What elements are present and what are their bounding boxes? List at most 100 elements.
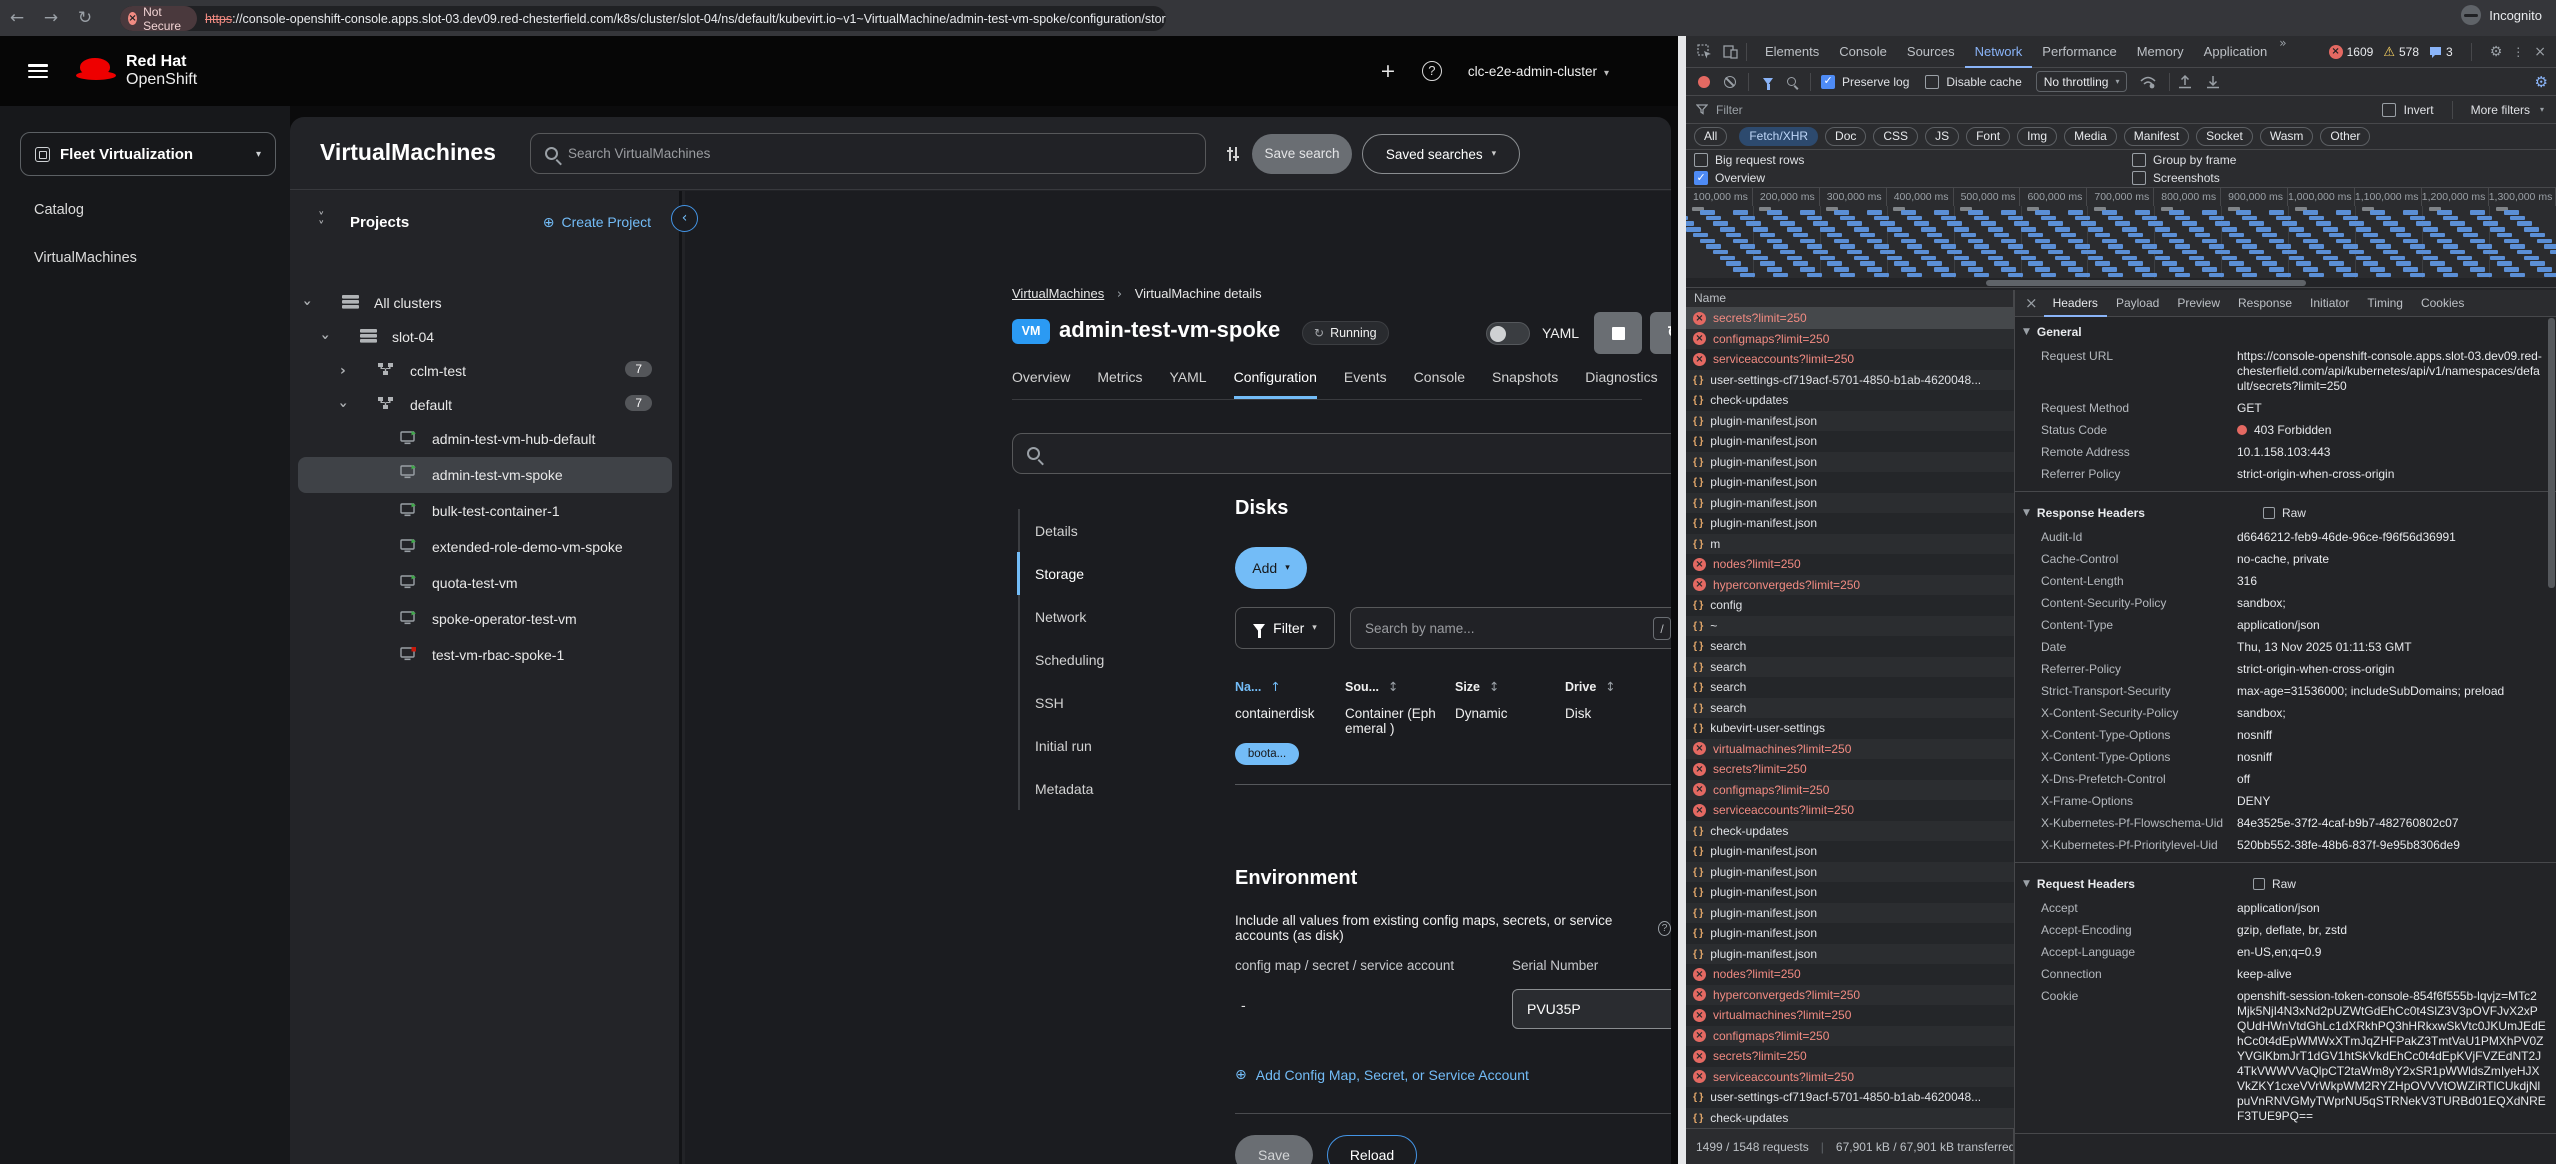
devtools-tab-memory[interactable]: Memory bbox=[2127, 36, 2194, 68]
not-secure-badge[interactable]: × Not Secure bbox=[120, 6, 197, 31]
preserve-log-checkbox[interactable] bbox=[1821, 75, 1835, 89]
create-project-button[interactable]: ⊕Create Project bbox=[543, 214, 651, 231]
request-row[interactable]: { }plugin-manifest.json bbox=[1686, 944, 2014, 965]
request-row[interactable]: { }plugin-manifest.json bbox=[1686, 493, 2014, 514]
requests-name-column-header[interactable]: Name bbox=[1686, 290, 2014, 308]
request-row[interactable]: { }check-updates bbox=[1686, 390, 2014, 411]
chip-other[interactable]: Other bbox=[2320, 127, 2370, 146]
devtools-tab-performance[interactable]: Performance bbox=[2032, 36, 2126, 68]
request-row[interactable]: { }plugin-manifest.json bbox=[1686, 882, 2014, 903]
request-row[interactable]: ×secrets?limit=250 bbox=[1686, 1046, 2014, 1067]
yaml-sidebar-toggle[interactable] bbox=[1486, 322, 1530, 345]
inspector-tab-response[interactable]: Response bbox=[2229, 290, 2301, 317]
inspector-tab-initiator[interactable]: Initiator bbox=[2301, 290, 2358, 317]
tree-item-admin-test-vm-hub-default[interactable]: admin-test-vm-hub-default bbox=[298, 423, 672, 455]
throttling-select[interactable]: No throttling▾ bbox=[2036, 71, 2128, 92]
chip-all[interactable]: All bbox=[1694, 127, 1727, 146]
chip-js[interactable]: JS bbox=[1925, 127, 1959, 146]
tree-item-admin-test-vm-spoke[interactable]: admin-test-vm-spoke bbox=[298, 457, 672, 493]
config-subnav-ssh[interactable]: SSH bbox=[1035, 681, 1064, 724]
devtools-tab-network[interactable]: Network bbox=[1965, 36, 2033, 68]
tab-configuration[interactable]: Configuration bbox=[1234, 369, 1317, 399]
search-virtualmachines-input[interactable]: Search VirtualMachines bbox=[530, 133, 1206, 174]
perspective-switcher[interactable]: Fleet Virtualization ▾ bbox=[20, 132, 276, 176]
add-icon[interactable]: + bbox=[1380, 60, 1396, 82]
request-row[interactable]: ×nodes?limit=250 bbox=[1686, 554, 2014, 575]
request-row[interactable]: { }search bbox=[1686, 657, 2014, 678]
request-row[interactable]: { }plugin-manifest.json bbox=[1686, 452, 2014, 473]
chevron-down-icon[interactable]: › bbox=[317, 334, 333, 340]
chip-fetch-xhr[interactable]: Fetch/XHR bbox=[1739, 127, 1818, 146]
export-har-icon[interactable] bbox=[2206, 74, 2220, 89]
config-subnav-details[interactable]: Details bbox=[1035, 509, 1078, 552]
request-row[interactable]: { }check-updates bbox=[1686, 1108, 2014, 1129]
chip-img[interactable]: Img bbox=[2017, 127, 2057, 146]
config-subnav-storage[interactable]: Storage bbox=[1035, 552, 1084, 595]
inspector-tab-cookies[interactable]: Cookies bbox=[2412, 290, 2473, 317]
chip-font[interactable]: Font bbox=[1966, 127, 2010, 146]
network-search-icon[interactable] bbox=[1787, 77, 1796, 86]
tab-metrics[interactable]: Metrics bbox=[1097, 369, 1142, 399]
close-devtools-icon[interactable]: × bbox=[2534, 44, 2546, 60]
chip-media[interactable]: Media bbox=[2064, 127, 2117, 146]
inspector-tab-timing[interactable]: Timing bbox=[2358, 290, 2412, 317]
network-conditions-icon[interactable] bbox=[2139, 75, 2157, 89]
tab-events[interactable]: Events bbox=[1344, 369, 1387, 399]
request-row[interactable]: { }user-settings-cf719acf-5701-4850-b1ab… bbox=[1686, 370, 2014, 391]
request-row[interactable]: ×secrets?limit=250 bbox=[1686, 308, 2014, 329]
section-header-general[interactable]: ▼General bbox=[2015, 317, 2556, 345]
request-row[interactable]: { }kubevirt-user-settings bbox=[1686, 718, 2014, 739]
chip-manifest[interactable]: Manifest bbox=[2124, 127, 2189, 146]
request-row[interactable]: { }plugin-manifest.json bbox=[1686, 411, 2014, 432]
more-tabs-icon[interactable]: » bbox=[2279, 36, 2286, 68]
request-row[interactable]: ×secrets?limit=250 bbox=[1686, 759, 2014, 780]
request-row[interactable]: ×virtualmachines?limit=250 bbox=[1686, 739, 2014, 760]
screenshots-checkbox[interactable] bbox=[2132, 171, 2146, 185]
invert-filter-checkbox[interactable] bbox=[2382, 103, 2396, 117]
configuration-search-input[interactable] bbox=[1012, 433, 1671, 474]
help-icon[interactable]: ? bbox=[1422, 61, 1442, 81]
collapse-projects-icon[interactable]: ˅˅ bbox=[318, 214, 325, 232]
record-network-icon[interactable] bbox=[1698, 76, 1710, 88]
raw-checkbox[interactable] bbox=[2253, 878, 2265, 890]
tree-item-bulk-test-container-1[interactable]: bulk-test-container-1 bbox=[298, 495, 672, 527]
tree-item-spoke-operator-test-vm[interactable]: spoke-operator-test-vm bbox=[298, 603, 672, 635]
request-row[interactable]: ×configmaps?limit=250 bbox=[1686, 780, 2014, 801]
overview-scrollbar[interactable] bbox=[1686, 278, 2556, 288]
column-header-Size[interactable]: Size↕ bbox=[1455, 679, 1500, 694]
column-header-Sou[interactable]: Sou...↕ bbox=[1345, 679, 1399, 694]
save-search-button[interactable]: Save search bbox=[1252, 134, 1352, 174]
request-row[interactable]: ×configmaps?limit=250 bbox=[1686, 329, 2014, 350]
settings-gear-icon[interactable]: ⚙ bbox=[2490, 44, 2503, 60]
reload-button[interactable]: Reload bbox=[1327, 1135, 1417, 1164]
collapse-pane-button[interactable]: ‹ bbox=[671, 205, 698, 232]
device-toolbar-icon[interactable] bbox=[1723, 45, 1738, 59]
section-header-request-headers[interactable]: ▼Request HeadersRaw bbox=[2015, 869, 2556, 897]
tree-item-quota-test-vm[interactable]: quota-test-vm bbox=[298, 567, 672, 599]
disks-filter-button[interactable]: Filter▾ bbox=[1235, 607, 1335, 649]
inspector-tab-payload[interactable]: Payload bbox=[2107, 290, 2168, 317]
reload-icon[interactable]: ↻ bbox=[68, 8, 102, 28]
request-row[interactable]: { }plugin-manifest.json bbox=[1686, 431, 2014, 452]
config-subnav-network[interactable]: Network bbox=[1035, 595, 1086, 638]
request-row[interactable]: { }plugin-manifest.json bbox=[1686, 923, 2014, 944]
tree-item-test-vm-rbac-spoke-1[interactable]: test-vm-rbac-spoke-1 bbox=[298, 639, 672, 671]
overview-waterfall[interactable] bbox=[1686, 206, 2556, 278]
column-header-Na[interactable]: Na...↑ bbox=[1235, 679, 1281, 694]
tree-item-cclm-test[interactable]: ›cclm-test7 bbox=[298, 355, 672, 387]
chevron-right-icon[interactable]: › bbox=[340, 363, 346, 379]
big-request-rows-checkbox[interactable] bbox=[1694, 153, 1708, 167]
request-row[interactable]: { }user-settings-cf719acf-5701-4850-b1ab… bbox=[1686, 1087, 2014, 1108]
request-row[interactable]: ×serviceaccounts?limit=250 bbox=[1686, 349, 2014, 370]
restart-vm-button[interactable]: ↻ bbox=[1650, 312, 1671, 354]
add-disk-button[interactable]: Add▾ bbox=[1235, 547, 1307, 589]
saved-searches-button[interactable]: Saved searches▾ bbox=[1362, 134, 1520, 174]
column-header-Drive[interactable]: Drive↕ bbox=[1565, 679, 1616, 694]
request-row[interactable]: { }~ bbox=[1686, 616, 2014, 637]
request-row[interactable]: ×hyperconvergeds?limit=250 bbox=[1686, 575, 2014, 596]
inspector-scrollbar[interactable] bbox=[2548, 318, 2555, 588]
request-row[interactable]: ×serviceaccounts?limit=250 bbox=[1686, 800, 2014, 821]
disable-cache-checkbox[interactable] bbox=[1925, 75, 1939, 89]
back-icon[interactable]: ← bbox=[0, 8, 34, 28]
tree-item-extended-role-demo-vm-spoke[interactable]: extended-role-demo-vm-spoke bbox=[298, 531, 672, 563]
